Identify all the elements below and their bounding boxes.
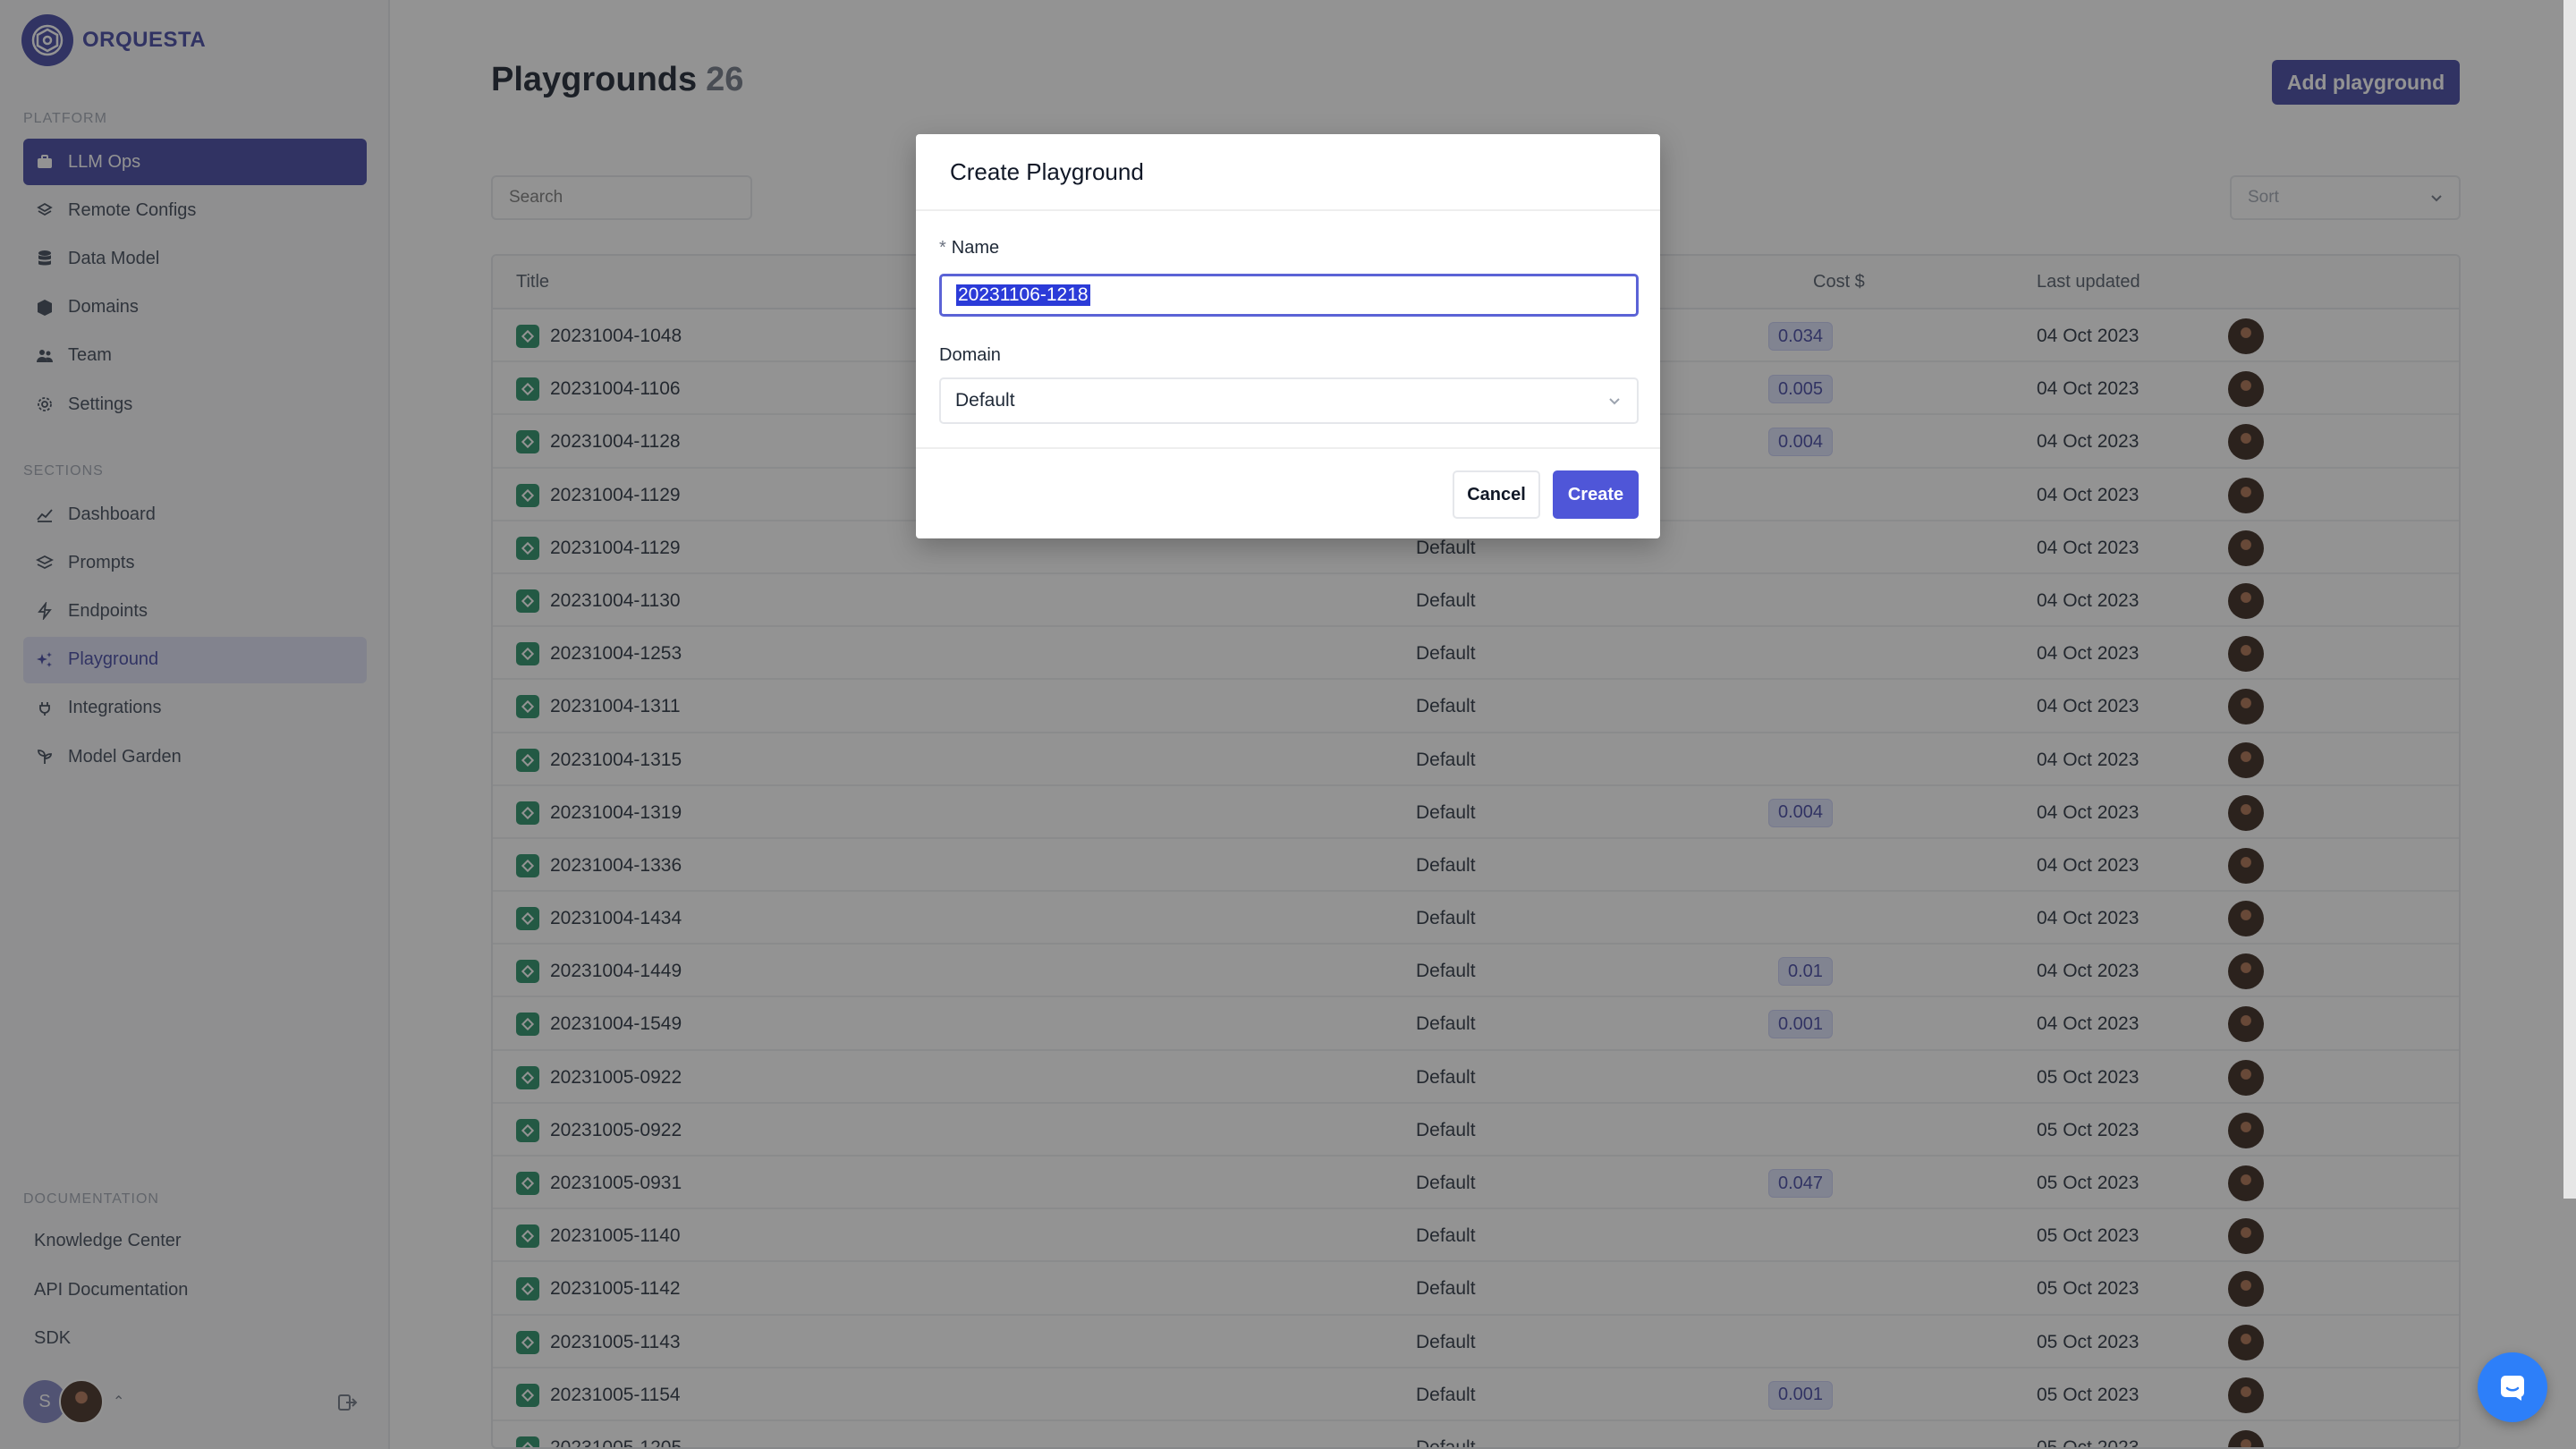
dialog-divider xyxy=(916,447,1660,449)
create-button[interactable]: Create xyxy=(1553,470,1639,519)
domain-select-value: Default xyxy=(955,390,1015,411)
chat-icon xyxy=(2501,1376,2524,1401)
name-input[interactable]: 20231106-1218 xyxy=(939,274,1639,317)
create-playground-dialog: Create Playground * Name 20231106-1218 Do… xyxy=(916,134,1660,538)
name-input-value: 20231106-1218 xyxy=(956,284,1090,306)
domain-label: Domain xyxy=(939,345,1001,365)
dialog-title: Create Playground xyxy=(916,134,1660,211)
support-chat-button[interactable] xyxy=(2478,1352,2547,1422)
name-label: * Name xyxy=(939,238,999,258)
page-scrollbar[interactable] xyxy=(2563,0,2576,1199)
cancel-button[interactable]: Cancel xyxy=(1453,470,1540,519)
required-mark: * xyxy=(939,238,946,258)
chevron-down-icon xyxy=(1609,398,1620,405)
name-label-text: Name xyxy=(951,238,1000,258)
domain-select[interactable]: Default xyxy=(939,377,1639,424)
